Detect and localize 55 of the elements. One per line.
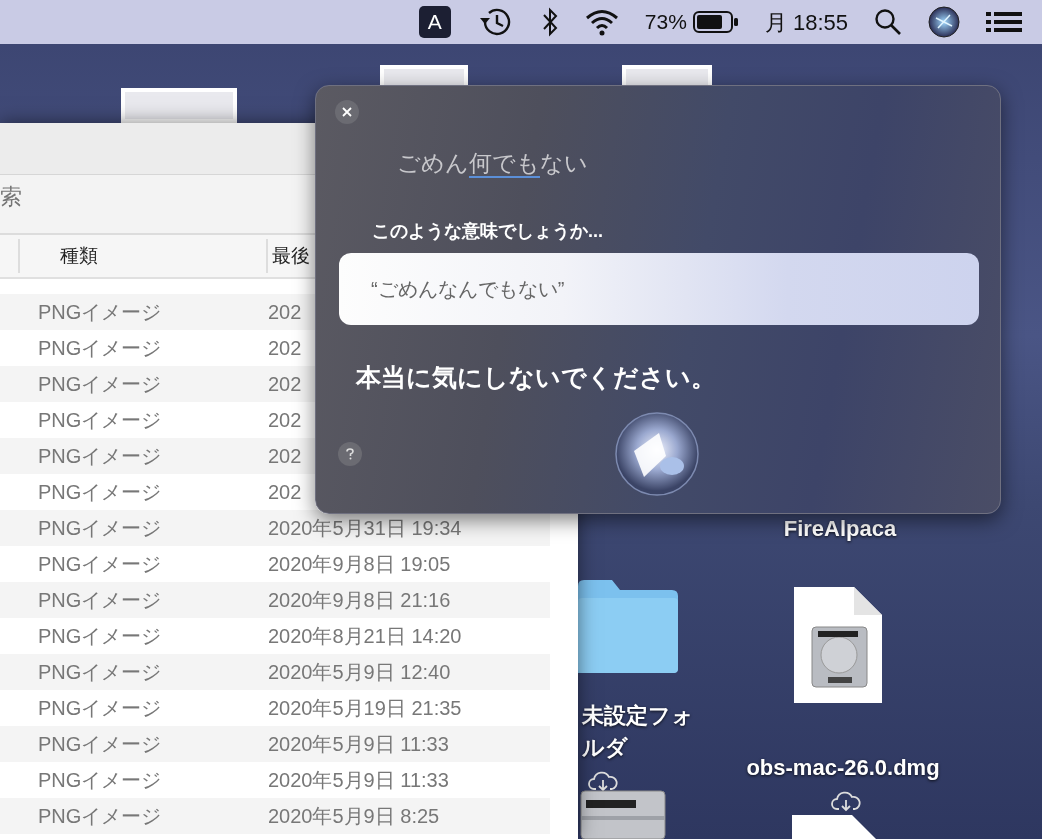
- table-cell-text: 2020年5月9日 8:25: [268, 804, 440, 829]
- table-cell-text: PNGイメージ: [37, 444, 163, 469]
- table-cell-text: PNGイメージ: [37, 696, 163, 721]
- table-cell-text: 2020年5月31日 19:34: [268, 516, 462, 541]
- folder-icon[interactable]: [578, 578, 678, 674]
- siri-response-text: 本当に気にしないでください。: [356, 362, 716, 393]
- table-cell-text: 2020年8月21日 14:20: [268, 624, 462, 649]
- table-cell-text: 2020年5月19日 21:35: [268, 696, 462, 721]
- bluetooth-icon[interactable]: [540, 6, 559, 38]
- table-cell-text: 2020年5月9日 11:33: [268, 732, 449, 757]
- column-header[interactable]: 最後: [268, 241, 310, 271]
- table-cell-text: PNGイメージ: [37, 732, 163, 757]
- siri-orb-icon[interactable]: [614, 411, 700, 497]
- table-cell-text: 2020年9月8日 21:16: [268, 588, 451, 613]
- desktop-item-label[interactable]: FireAlpaca: [760, 513, 920, 545]
- table-cell-text: 202: [268, 408, 302, 433]
- table-cell-text: PNGイメージ: [37, 480, 163, 505]
- table-cell-text: PNGイメージ: [37, 516, 163, 541]
- table-cell-text: 202: [268, 300, 302, 325]
- desktop-item-label[interactable]: 未設定フォルダ: [582, 700, 712, 764]
- close-button[interactable]: [335, 100, 359, 124]
- table-cell-text: 2020年5月9日 11:33: [268, 768, 449, 793]
- table-cell-text: PNGイメージ: [37, 624, 163, 649]
- table-cell-text: PNGイメージ: [37, 300, 163, 325]
- image-thumbnail[interactable]: [121, 88, 237, 123]
- close-icon: [342, 107, 352, 117]
- suggestion-button[interactable]: “ごめんなんでもない”: [339, 253, 979, 325]
- table-cell-text: 202: [268, 444, 302, 469]
- column-header[interactable]: 種類: [18, 239, 268, 273]
- table-cell-text: PNGイメージ: [37, 372, 163, 397]
- disk-image-file-icon[interactable]: [792, 585, 884, 705]
- search-icon[interactable]: [874, 8, 902, 36]
- help-button[interactable]: [338, 442, 362, 466]
- table-cell-text: PNGイメージ: [37, 588, 163, 613]
- menu-bar-clock[interactable]: 月 18:55: [764, 5, 848, 39]
- desktop-item-label[interactable]: obs-mac-26.0.dmg: [738, 752, 948, 784]
- siri-icon[interactable]: [928, 6, 960, 38]
- table-cell-text: PNGイメージ: [37, 552, 163, 577]
- input-source-indicator[interactable]: A: [418, 6, 451, 38]
- suggestion-prompt: このような意味でしょうか...: [372, 220, 603, 243]
- table-cell-text: PNGイメージ: [37, 804, 163, 829]
- table-cell-text: PNGイメージ: [37, 336, 163, 361]
- battery-percentage: 73%: [644, 9, 687, 36]
- help-icon: [346, 448, 354, 460]
- table-cell-text: 2020年9月8日 19:05: [268, 552, 451, 577]
- table-cell-text: PNGイメージ: [37, 768, 163, 793]
- table-cell-text: 202: [268, 480, 302, 505]
- table-cell-text: 202: [268, 336, 302, 361]
- table-cell-text: 202: [268, 372, 302, 397]
- battery-icon[interactable]: [692, 11, 739, 33]
- menu-icon[interactable]: [986, 11, 1022, 33]
- table-cell-text: PNGイメージ: [37, 408, 163, 433]
- table-cell-text: PNGイメージ: [37, 660, 163, 685]
- table-cell-text: 2020年5月9日 12:40: [268, 660, 451, 685]
- wifi-icon[interactable]: [584, 8, 619, 36]
